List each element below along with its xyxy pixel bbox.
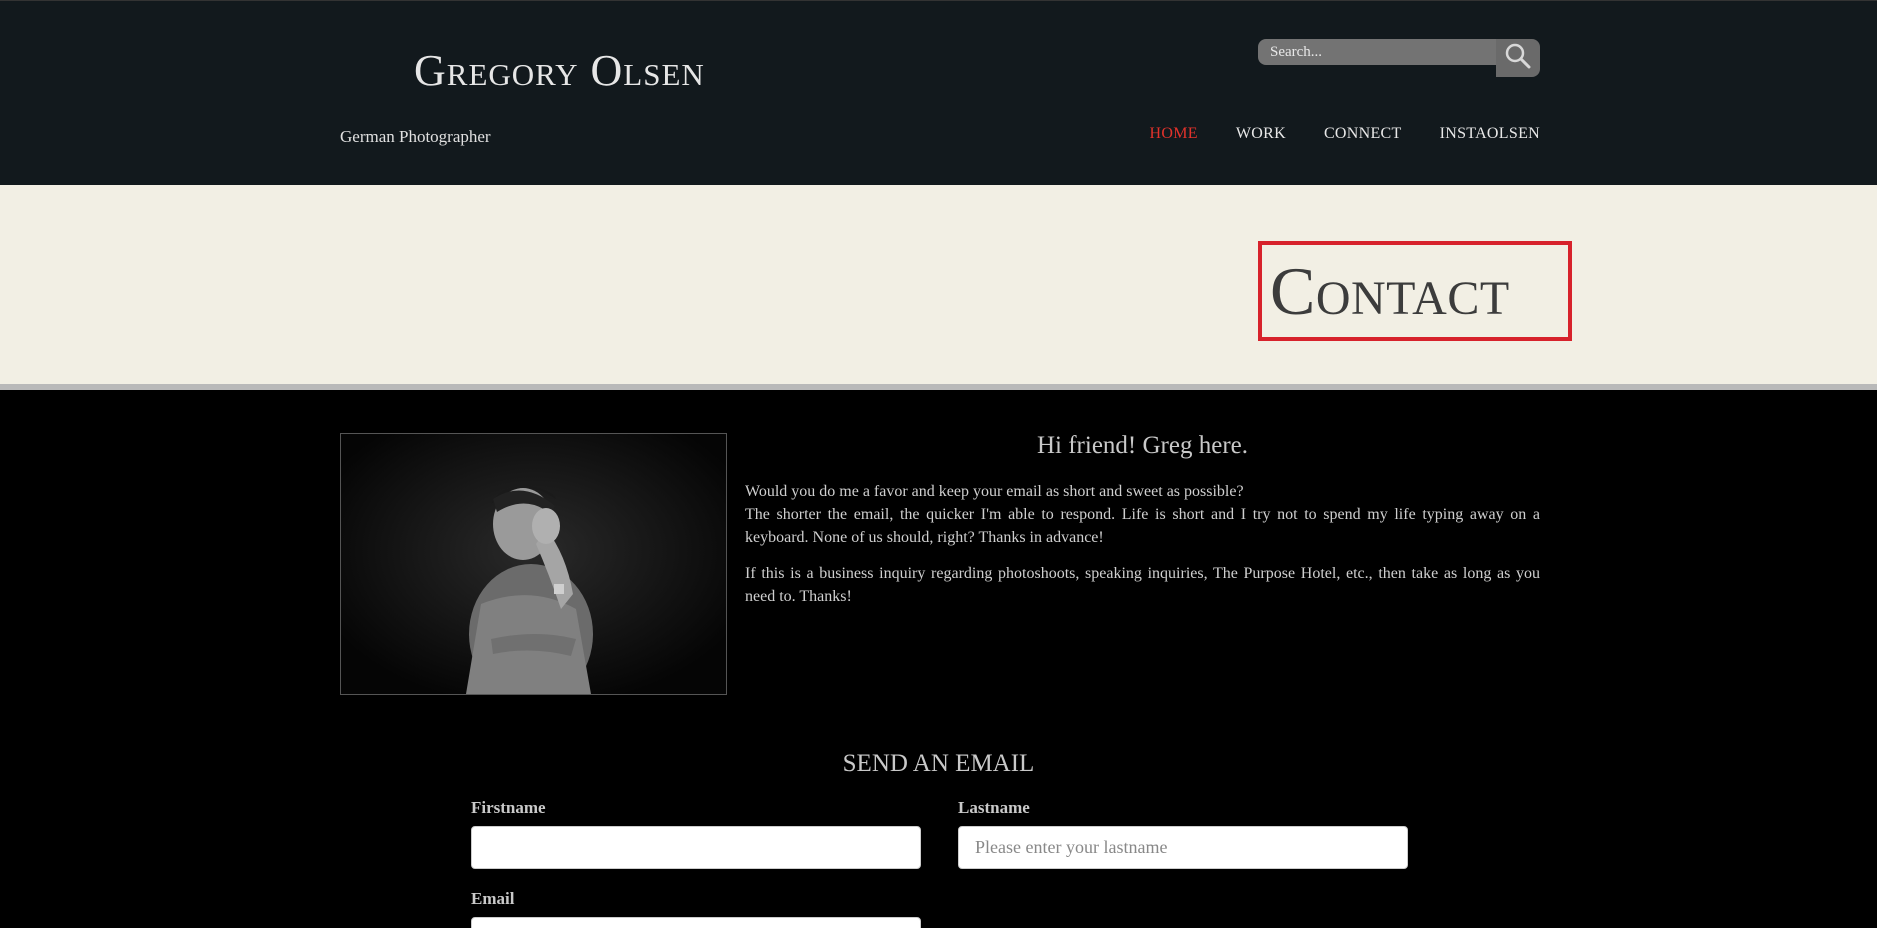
email-field[interactable] [471,917,921,928]
nav-item-home[interactable]: HOME [1150,125,1198,143]
page-title: Contact [1270,253,1510,329]
nav-item-instaolsen[interactable]: INSTAOLSEN [1440,125,1540,143]
search-button[interactable] [1496,39,1540,77]
form-heading: SEND AN EMAIL [842,750,1035,777]
email-label: Email [471,889,515,908]
search-input[interactable] [1258,39,1498,65]
firstname-label: Firstname [471,798,546,817]
lastname-field[interactable] [958,826,1408,869]
intro-heading: Hi friend! Greg here. [1036,432,1248,459]
intro-paragraph-2: If this is a business inquiry regarding … [745,565,1540,605]
search-icon [1504,42,1532,74]
intro-paragraph-1-line-2: The shorter the email, the quicker I'm a… [745,506,1540,546]
portrait-photo [340,433,727,695]
site-tagline: German Photographer [340,127,491,146]
intro-paragraph-1: Would you do me a favor and keep your em… [745,480,1540,549]
nav-item-connect[interactable]: CONNECT [1324,125,1402,143]
page-hero: Contact [0,185,1877,390]
firstname-field[interactable] [471,826,921,869]
nav-item-work[interactable]: WORK [1236,125,1286,143]
search-box [1258,39,1540,77]
main-content: Hi friend! Greg here. Would you do me a … [0,396,1877,928]
page-title-frame: Contact [1258,241,1572,341]
lastname-label: Lastname [958,798,1030,817]
site-title[interactable]: Gregory Olsen [414,45,705,96]
main-nav: HOME WORK CONNECT INSTAOLSEN [1150,125,1540,143]
intro-paragraph-1-line-1: Would you do me a favor and keep your em… [745,483,1244,500]
site-header: Gregory Olsen German Photographer HOME W… [0,0,1877,185]
